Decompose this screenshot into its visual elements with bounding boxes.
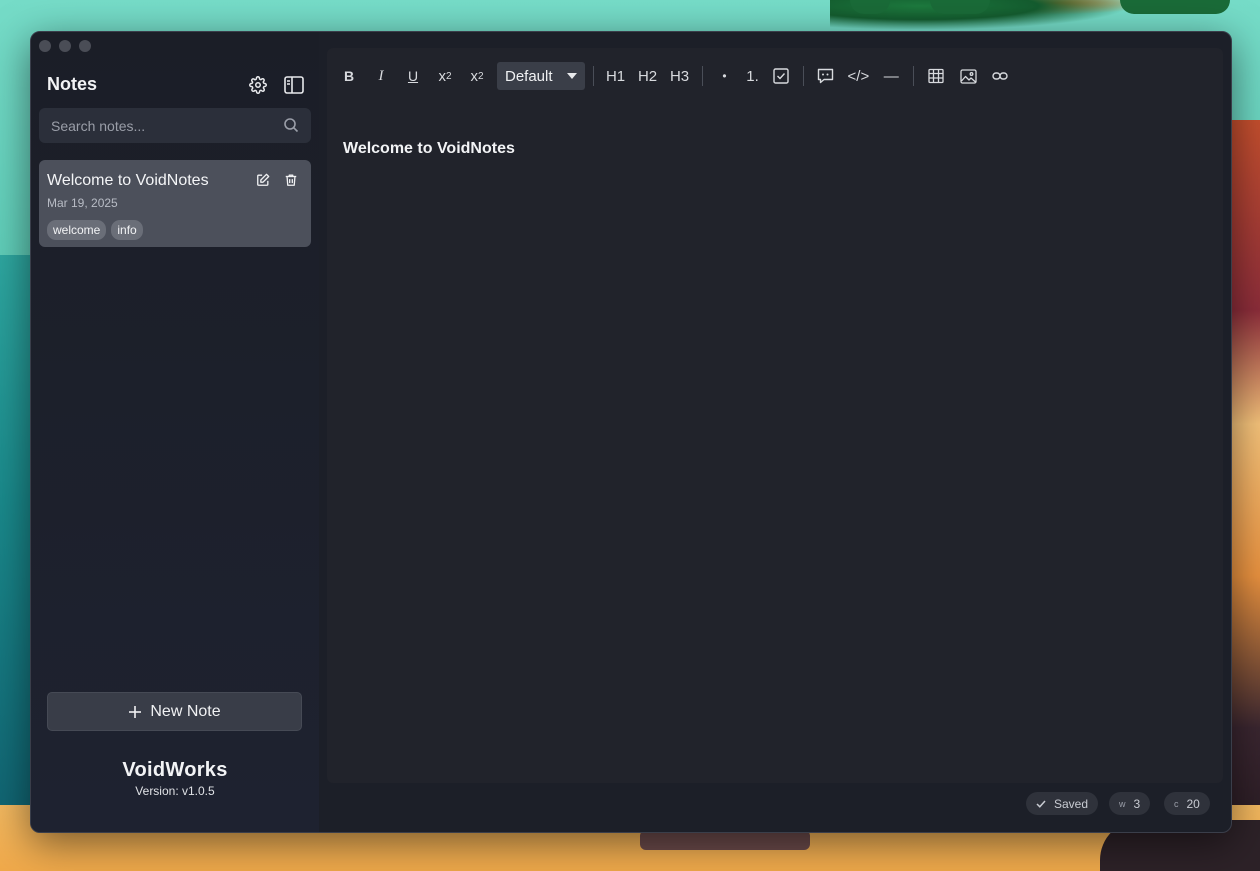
superscript-base: x xyxy=(438,67,446,85)
superscript-button[interactable]: x2 xyxy=(431,62,459,90)
underline-button[interactable]: U xyxy=(399,62,427,90)
toolbar-divider xyxy=(592,66,594,86)
char-count: c 20 xyxy=(1164,792,1210,815)
new-note-label: New Note xyxy=(150,702,221,720)
brand-name: VoidWorks xyxy=(122,759,228,781)
new-note-button[interactable]: New Note xyxy=(47,692,302,731)
note-list-item[interactable]: Welcome to VoidNotes Mar 19, 2025 welcom… xyxy=(39,160,311,247)
chevron-down-icon xyxy=(566,73,577,79)
word-count-key: w xyxy=(1119,798,1126,809)
toolbar-divider xyxy=(802,66,804,86)
table-icon[interactable] xyxy=(922,62,950,90)
save-status-text: Saved xyxy=(1054,796,1089,811)
heading3-button[interactable]: H3 xyxy=(666,62,694,90)
save-status: Saved xyxy=(1026,792,1099,815)
word-count: w 3 xyxy=(1109,792,1151,815)
sidebar: Notes Welcome to VoidNotes xyxy=(31,32,319,832)
note-tags: welcome info xyxy=(47,220,143,240)
editor-pane: B I U x2 x2 Default H1 H2 H3 • 1. </> — … xyxy=(327,48,1223,783)
document-heading[interactable]: Welcome to VoidNotes xyxy=(343,140,515,158)
superscript-mark: 2 xyxy=(445,70,452,82)
note-title: Welcome to VoidNotes xyxy=(47,172,209,189)
window-controls xyxy=(39,40,91,52)
wallpaper-rock-shadow xyxy=(640,830,810,850)
quote-icon[interactable] xyxy=(812,62,840,90)
checkbox-icon[interactable] xyxy=(767,62,795,90)
char-count-value: 20 xyxy=(1186,796,1200,811)
trash-icon[interactable] xyxy=(283,172,299,188)
wallpaper-leaf xyxy=(1120,0,1230,14)
toolbar-divider xyxy=(913,66,915,86)
edit-icon[interactable] xyxy=(255,172,271,188)
subscript-button[interactable]: x2 xyxy=(463,62,491,90)
note-tag[interactable]: info xyxy=(111,220,143,240)
search-input[interactable] xyxy=(39,108,269,143)
maximize-window-button[interactable] xyxy=(79,40,91,52)
minimize-window-button[interactable] xyxy=(59,40,71,52)
gear-icon[interactable] xyxy=(247,74,269,96)
subscript-base: x xyxy=(470,67,478,85)
bold-button[interactable]: B xyxy=(335,62,363,90)
image-icon[interactable] xyxy=(954,62,982,90)
formatting-toolbar: B I U x2 x2 Default H1 H2 H3 • 1. </> — xyxy=(335,60,1014,92)
note-tag[interactable]: welcome xyxy=(47,220,107,240)
subscript-mark: 2 xyxy=(477,70,484,82)
wallpaper-rocks xyxy=(1228,120,1260,871)
search-icon[interactable] xyxy=(283,117,299,133)
sidebar-toggle-icon[interactable] xyxy=(283,74,305,96)
note-date: Mar 19, 2025 xyxy=(47,196,118,210)
toolbar-divider xyxy=(701,66,703,86)
text-style-select[interactable]: Default xyxy=(497,62,585,90)
heading2-button[interactable]: H2 xyxy=(634,62,662,90)
word-count-value: 3 xyxy=(1133,796,1141,811)
app-window: Notes Welcome to VoidNotes xyxy=(30,31,1232,833)
sidebar-title: Notes xyxy=(47,74,98,94)
code-button[interactable]: </> xyxy=(844,62,874,90)
ordered-list-button[interactable]: 1. xyxy=(739,62,767,90)
plus-icon xyxy=(129,705,142,718)
bullet-list-button[interactable]: • xyxy=(711,62,739,90)
italic-button[interactable]: I xyxy=(367,62,395,90)
wallpaper-leaf xyxy=(930,0,990,14)
link-icon[interactable] xyxy=(986,62,1014,90)
version-label: Version: v1.0.5 xyxy=(135,784,215,798)
heading1-button[interactable]: H1 xyxy=(602,62,630,90)
horizontal-rule-button[interactable]: — xyxy=(877,62,905,90)
char-count-key: c xyxy=(1174,798,1179,809)
search-box xyxy=(39,108,311,143)
check-icon xyxy=(1036,799,1046,808)
text-style-value: Default xyxy=(505,67,553,85)
close-window-button[interactable] xyxy=(39,40,51,52)
